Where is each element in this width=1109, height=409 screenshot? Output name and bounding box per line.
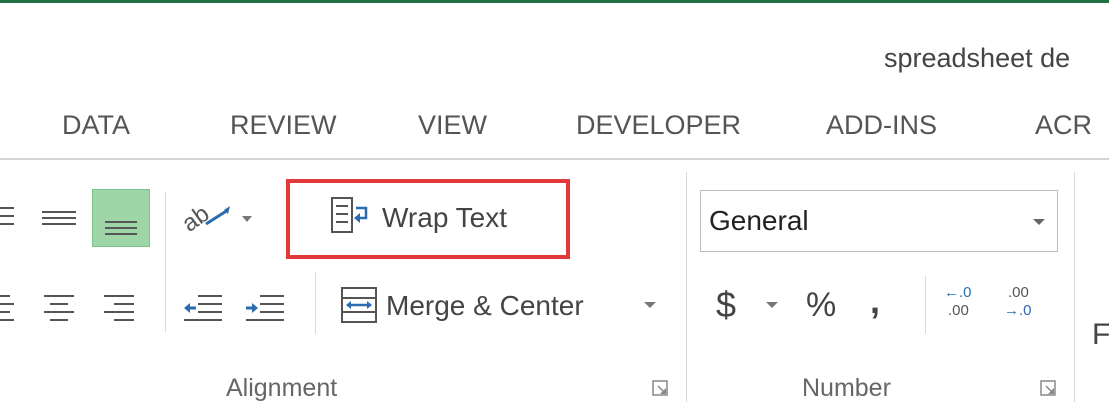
- group-separator: [686, 172, 687, 402]
- wrap-text-label: Wrap Text: [382, 202, 508, 233]
- merge-center-button[interactable]: Merge & Center: [330, 276, 670, 334]
- align-middle-icon[interactable]: [40, 198, 80, 238]
- decrease-indent-icon[interactable]: [182, 288, 226, 328]
- wrap-text-icon: [331, 197, 368, 233]
- increase-decimal-bottom: .00: [948, 302, 969, 319]
- increase-indent-icon[interactable]: [244, 288, 288, 328]
- tab-developer[interactable]: DEVELOPER: [576, 110, 741, 141]
- wrap-text-button[interactable]: Wrap Text: [322, 186, 562, 248]
- decrease-decimal-button[interactable]: .00 →.0: [1004, 284, 1048, 328]
- align-top-icon-partial[interactable]: [0, 198, 22, 238]
- align-bottom-icon: [105, 221, 137, 235]
- chevron-down-icon[interactable]: [1031, 217, 1047, 227]
- tab-review[interactable]: REVIEW: [230, 110, 337, 141]
- currency-button[interactable]: $: [716, 284, 736, 326]
- dialog-launcher-icon[interactable]: [1040, 380, 1058, 398]
- comma-style-button[interactable]: ,: [870, 280, 880, 322]
- number-format-select[interactable]: General: [700, 190, 1058, 252]
- alignment-group-label: Alignment: [226, 374, 338, 402]
- ribbon-tabs: DATA REVIEW VIEW DEVELOPER ADD-INS ACR: [0, 100, 1109, 150]
- increase-decimal-top: ←.0: [944, 284, 972, 301]
- group-separator: [1074, 172, 1075, 402]
- align-left-icon-partial[interactable]: [0, 288, 22, 328]
- decrease-decimal-bottom: →.0: [1004, 302, 1032, 319]
- dialog-launcher-icon[interactable]: [652, 380, 670, 398]
- chevron-down-icon[interactable]: [642, 300, 658, 310]
- tab-add-ins[interactable]: ADD-INS: [826, 110, 937, 141]
- chevron-down-icon[interactable]: [764, 300, 780, 310]
- percent-button[interactable]: %: [806, 286, 836, 325]
- align-bottom-button[interactable]: [92, 189, 150, 247]
- tab-view[interactable]: VIEW: [418, 110, 487, 141]
- align-right-icon[interactable]: [100, 288, 140, 328]
- number-format-value: General: [709, 205, 809, 236]
- svg-text:ab: ab: [178, 200, 214, 237]
- tab-data[interactable]: DATA: [62, 110, 130, 141]
- separator: [925, 276, 926, 334]
- number-group-label: Number: [802, 374, 891, 402]
- decrease-decimal-top: .00: [1008, 284, 1029, 301]
- separator: [315, 272, 316, 334]
- align-center-icon[interactable]: [40, 288, 80, 328]
- tab-acrobat[interactable]: ACR: [1035, 110, 1092, 141]
- merge-center-label: Merge & Center: [386, 290, 584, 321]
- separator: [165, 192, 166, 332]
- conditional-formatting-partial-label[interactable]: F: [1092, 318, 1109, 352]
- orientation-icon[interactable]: ab: [178, 196, 258, 240]
- increase-decimal-button[interactable]: ←.0 .00: [944, 284, 988, 328]
- document-title: spreadsheet de: [884, 43, 1071, 73]
- merge-center-icon: [341, 287, 377, 323]
- title-bar: spreadsheet de: [0, 3, 1109, 93]
